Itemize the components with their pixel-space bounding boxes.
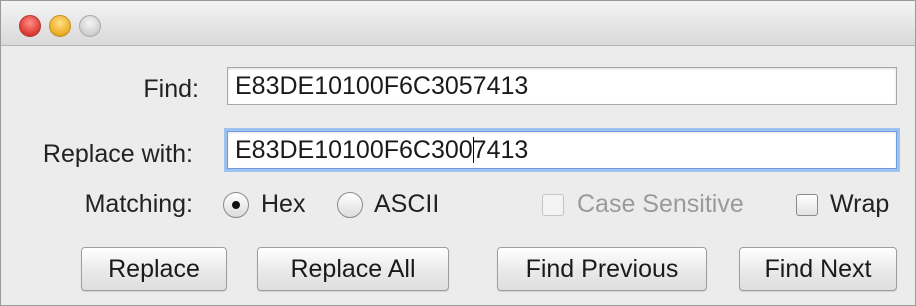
- ascii-radio-label[interactable]: ASCII: [374, 190, 439, 219]
- ascii-radio-button[interactable]: [337, 192, 363, 218]
- matching-label: Matching:: [84, 190, 193, 218]
- minimize-window-icon[interactable]: [49, 15, 71, 37]
- replace-with-label: Replace with:: [42, 140, 193, 168]
- case-sensitive-label: Case Sensitive: [577, 190, 744, 218]
- find-next-button[interactable]: Find Next: [739, 247, 897, 291]
- close-window-icon[interactable]: [19, 15, 41, 37]
- replace-button[interactable]: Replace: [81, 247, 227, 291]
- replace-all-button[interactable]: Replace All: [257, 247, 449, 291]
- wrap-checkbox[interactable]: [796, 194, 818, 216]
- hex-radio-button[interactable]: [223, 192, 249, 218]
- title-bar[interactable]: [1, 1, 915, 46]
- replace-value-before-caret: E83DE10100F6C300: [235, 136, 473, 164]
- wrap-label[interactable]: Wrap: [830, 190, 889, 219]
- find-label: Find:: [143, 75, 199, 103]
- replace-value-after-caret: 7413: [472, 136, 529, 164]
- find-input[interactable]: E83DE10100F6C3057413: [227, 67, 897, 105]
- find-input-value: E83DE10100F6C3057413: [235, 72, 529, 100]
- replace-with-input[interactable]: E83DE10100F6C3007413: [227, 131, 897, 169]
- find-previous-button[interactable]: Find Previous: [497, 247, 707, 291]
- zoom-window-icon[interactable]: [79, 15, 101, 37]
- hex-radio-label[interactable]: Hex: [261, 190, 305, 219]
- radio-selected-dot-icon: [232, 201, 240, 209]
- case-sensitive-checkbox: [542, 194, 564, 216]
- find-replace-window: Find: E83DE10100F6C3057413 Replace with:…: [0, 0, 916, 306]
